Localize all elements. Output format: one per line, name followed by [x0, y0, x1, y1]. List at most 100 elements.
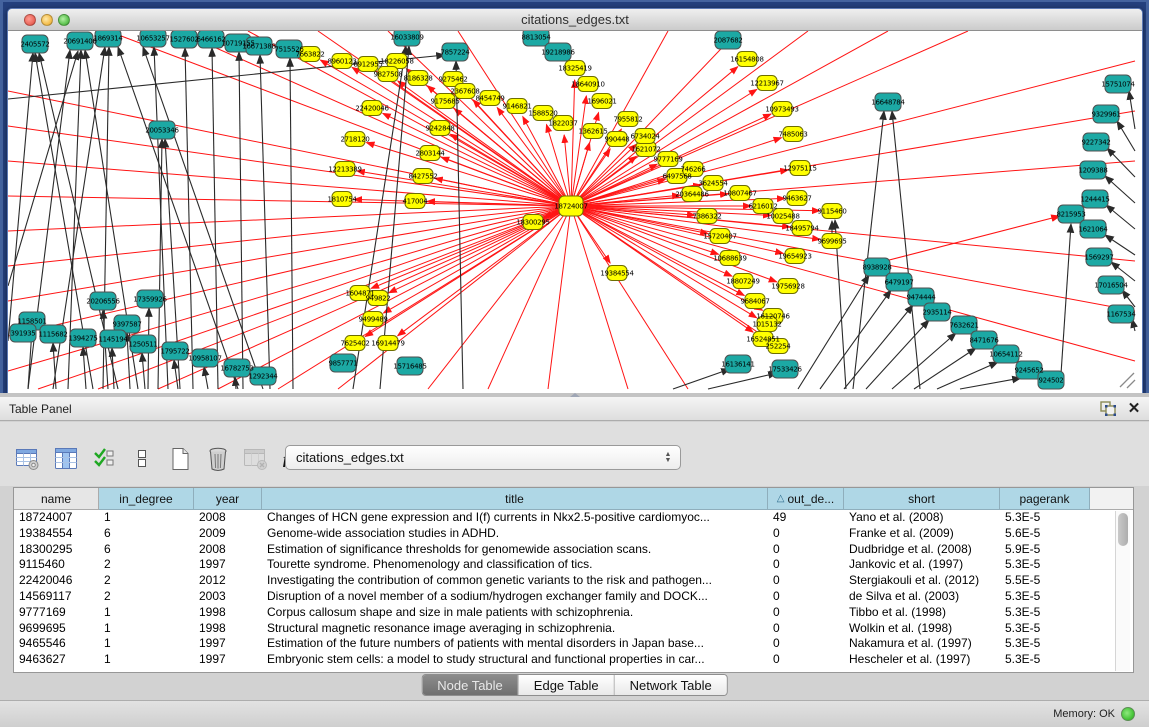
- table-toolbar: f(x) citations_edges.txt ▲▼: [0, 422, 1149, 486]
- svg-text:12213389: 12213389: [328, 166, 361, 174]
- table-row[interactable]: 2242004622012Investigating the contribut…: [14, 573, 1090, 589]
- cell-out_de: 0: [768, 542, 844, 558]
- cell-year: 2012: [194, 573, 262, 589]
- cell-year: 2003: [194, 589, 262, 605]
- column-visibility-icon[interactable]: [52, 446, 79, 473]
- svg-text:1869314: 1869314: [93, 35, 123, 43]
- column-header-name[interactable]: name: [14, 488, 99, 510]
- cell-title: Structural magnetic resonance image aver…: [262, 621, 768, 637]
- network-canvas[interactable]: 1872400724055722069140618693141065325715…: [8, 31, 1142, 393]
- cell-short: Jankovic et al. (1997): [844, 557, 1000, 573]
- svg-text:10025488: 10025488: [766, 213, 799, 221]
- svg-text:8912955: 8912955: [353, 61, 382, 69]
- cell-in_degree: 6: [99, 542, 194, 558]
- table-row[interactable]: 911546021997Tourette syndrome. Phenomeno…: [14, 557, 1090, 573]
- table-row[interactable]: 946362711997Embryonic stem cells: a mode…: [14, 652, 1090, 668]
- column-header-in_degree[interactable]: in_degree: [99, 488, 194, 510]
- svg-text:15716485: 15716485: [393, 363, 426, 371]
- table-row[interactable]: 977716911998Corpus callosum shape and si…: [14, 605, 1090, 621]
- cell-year: 1997: [194, 557, 262, 573]
- table-row[interactable]: 969969511998Structural magnetic resonanc…: [14, 621, 1090, 637]
- tab-edge-table[interactable]: Edge Table: [519, 675, 615, 695]
- table-selector-value: citations_edges.txt: [296, 450, 404, 465]
- cell-short: Dudbridge et al. (2008): [844, 542, 1000, 558]
- svg-text:8960123: 8960123: [327, 58, 356, 66]
- svg-text:990448: 990448: [605, 136, 630, 144]
- table-selector-dropdown[interactable]: citations_edges.txt ▲▼: [285, 445, 681, 470]
- svg-text:18300295: 18300295: [516, 219, 549, 227]
- cell-title: Estimation of the future numbers of pati…: [262, 636, 768, 652]
- svg-text:16671388: 16671388: [242, 43, 275, 51]
- svg-text:18495794: 18495794: [785, 225, 819, 233]
- svg-text:8215953: 8215953: [1056, 211, 1085, 219]
- new-column-icon[interactable]: [166, 446, 193, 473]
- table-mode-icon[interactable]: [14, 446, 41, 473]
- svg-text:2405572: 2405572: [20, 41, 49, 49]
- float-window-icon[interactable]: [1100, 401, 1118, 417]
- table-row[interactable]: 1872400712008Changes of HCN gene express…: [14, 510, 1090, 526]
- svg-text:9175685: 9175685: [430, 98, 459, 106]
- svg-text:20364486: 20364486: [675, 191, 709, 199]
- table-body: 1872400712008Changes of HCN gene express…: [14, 510, 1090, 668]
- dropdown-stepper-icon: ▲▼: [660, 449, 676, 467]
- svg-text:9474444: 9474444: [906, 294, 936, 302]
- column-header-year[interactable]: year: [194, 488, 262, 510]
- svg-text:2718120: 2718120: [340, 136, 369, 144]
- svg-text:20206556: 20206556: [86, 298, 120, 306]
- table-scrollbar[interactable]: [1115, 511, 1130, 671]
- delete-column-icon[interactable]: [204, 446, 231, 473]
- row-height-icon[interactable]: [128, 446, 155, 473]
- svg-text:252254: 252254: [766, 343, 792, 351]
- cell-title: Disruption of a novel member of a sodium…: [262, 589, 768, 605]
- svg-text:18226058: 18226058: [380, 58, 413, 66]
- svg-text:6216012: 6216012: [748, 203, 777, 211]
- svg-text:8186328: 8186328: [403, 75, 432, 83]
- cell-in_degree: 2: [99, 557, 194, 573]
- svg-text:8454749: 8454749: [475, 95, 504, 103]
- cell-in_degree: 2: [99, 573, 194, 589]
- table-row[interactable]: 946554611997Estimation of the future num…: [14, 636, 1090, 652]
- table-row[interactable]: 1830029562008Estimation of significance …: [14, 542, 1090, 558]
- import-table-icon[interactable]: [90, 446, 117, 473]
- column-header-title[interactable]: title: [262, 488, 768, 510]
- close-panel-icon[interactable]: ✕: [1126, 401, 1142, 417]
- cell-pagerank: 5.3E-5: [1000, 652, 1090, 668]
- tab-network-table[interactable]: Network Table: [615, 675, 727, 695]
- svg-text:9227342: 9227342: [1081, 139, 1110, 147]
- network-window-title: citations_edges.txt: [8, 12, 1142, 27]
- cell-name: 14569117: [14, 589, 99, 605]
- scrollbar-thumb[interactable]: [1118, 513, 1128, 546]
- svg-text:16033809: 16033809: [390, 34, 423, 42]
- svg-text:10654112: 10654112: [989, 351, 1022, 359]
- tab-node-table[interactable]: Node Table: [422, 675, 519, 695]
- svg-text:2935114: 2935114: [922, 309, 952, 317]
- cell-name: 22420046: [14, 573, 99, 589]
- network-desktop: citations_edges.txt 18724007240557220691…: [0, 0, 1149, 393]
- svg-text:1015132: 1015132: [752, 321, 781, 329]
- network-window-titlebar[interactable]: citations_edges.txt: [8, 9, 1142, 31]
- column-header-pagerank[interactable]: pagerank: [1000, 488, 1090, 510]
- svg-text:1145194: 1145194: [98, 336, 128, 344]
- svg-text:9397587: 9397587: [112, 321, 141, 329]
- column-header-out_de[interactable]: △out_de...: [768, 488, 844, 510]
- attribute-table[interactable]: namein_degreeyeartitle△out_de...shortpag…: [13, 487, 1134, 673]
- svg-text:9275462: 9275462: [438, 76, 467, 84]
- svg-text:924502: 924502: [1039, 377, 1064, 385]
- cell-title: Embryonic stem cells: a model to study s…: [262, 652, 768, 668]
- cell-out_de: 0: [768, 652, 844, 668]
- svg-text:19756928: 19756928: [771, 283, 804, 291]
- table-row[interactable]: 1456911722003Disruption of a novel membe…: [14, 589, 1090, 605]
- toolbar-buttons: f(x): [14, 444, 307, 474]
- cell-out_de: 0: [768, 573, 844, 589]
- cell-out_de: 0: [768, 621, 844, 637]
- svg-text:9245652: 9245652: [1014, 367, 1043, 375]
- svg-text:1527602: 1527602: [169, 36, 198, 44]
- citation-network-graph[interactable]: 1872400724055722069140618693141065325715…: [8, 31, 1142, 393]
- column-header-short[interactable]: short: [844, 488, 1000, 510]
- table-row[interactable]: 1938455462009Genome-wide association stu…: [14, 526, 1090, 542]
- table-panel-header: Table Panel ✕: [0, 397, 1149, 421]
- svg-text:1588520: 1588520: [528, 110, 557, 118]
- network-view-window[interactable]: citations_edges.txt 18724007240557220691…: [7, 8, 1143, 394]
- svg-text:9242848: 9242848: [425, 125, 454, 133]
- sort-ascending-icon: △: [777, 493, 785, 504]
